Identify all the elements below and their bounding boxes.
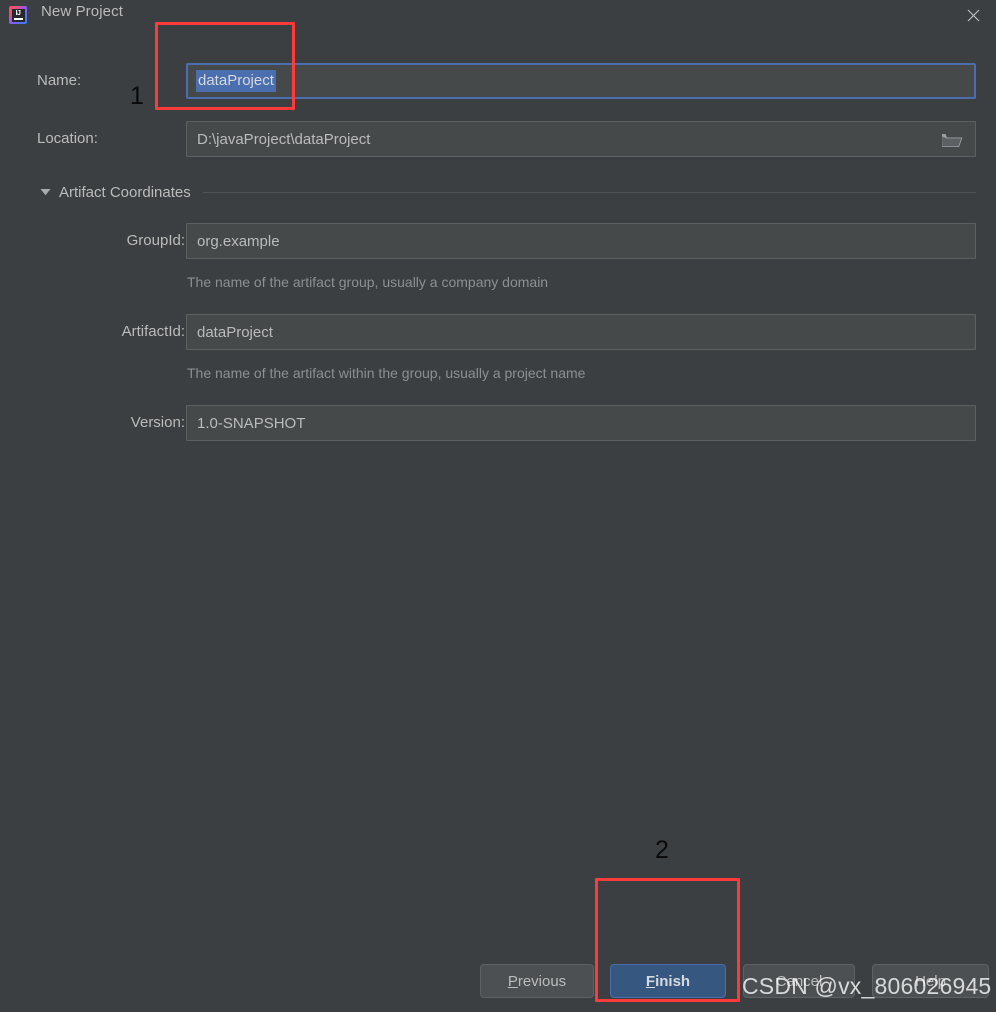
finish-button-label: inish — [655, 972, 691, 990]
chevron-down-icon[interactable] — [38, 185, 52, 199]
groupid-label: GroupId: — [126, 232, 185, 249]
finish-button[interactable]: Finish — [610, 964, 726, 998]
app-icon-inner: IJ — [11, 8, 25, 22]
version-input-value: 1.0-SNAPSHOT — [197, 414, 306, 432]
location-input[interactable]: D:\javaProject\dataProject — [186, 121, 976, 157]
app-icon-bar — [13, 18, 23, 20]
intellij-idea-icon: IJ — [9, 6, 27, 24]
folder-icon[interactable] — [930, 123, 974, 156]
finish-button-mnemonic: F — [645, 972, 656, 990]
app-icon-letters: IJ — [15, 10, 21, 17]
window-title: New Project — [41, 3, 123, 20]
annotation-label-2: 2 — [655, 836, 669, 864]
name-input[interactable]: dataProject — [186, 63, 976, 99]
artifactid-input-value: dataProject — [197, 323, 273, 341]
name-label: Name: — [37, 72, 82, 89]
name-input-value: dataProject — [196, 70, 276, 92]
groupid-hint: The name of the artifact group, usually … — [187, 274, 549, 290]
watermark: CSDN @vx_806026945 — [742, 973, 992, 999]
section-divider — [202, 191, 976, 193]
close-icon[interactable] — [950, 0, 996, 30]
artifactid-input[interactable]: dataProject — [186, 314, 976, 350]
previous-button-mnemonic: P — [507, 972, 518, 990]
title-bar: IJ New Project — [0, 0, 996, 30]
previous-button-label: revious — [517, 972, 567, 990]
location-input-value: D:\javaProject\dataProject — [197, 130, 371, 148]
annotation-label-1: 1 — [130, 82, 144, 110]
location-label: Location: — [37, 130, 98, 147]
version-input[interactable]: 1.0-SNAPSHOT — [186, 405, 976, 441]
version-label: Version: — [130, 414, 185, 431]
groupid-input[interactable]: org.example — [186, 223, 976, 259]
previous-button[interactable]: Previous — [480, 964, 594, 998]
groupid-input-value: org.example — [197, 232, 280, 250]
artifact-coordinates-title: Artifact Coordinates — [59, 183, 191, 201]
artifactid-label: ArtifactId: — [121, 323, 185, 340]
artifact-coordinates-section-header[interactable]: Artifact Coordinates — [38, 181, 978, 203]
artifactid-hint: The name of the artifact within the grou… — [187, 365, 586, 381]
